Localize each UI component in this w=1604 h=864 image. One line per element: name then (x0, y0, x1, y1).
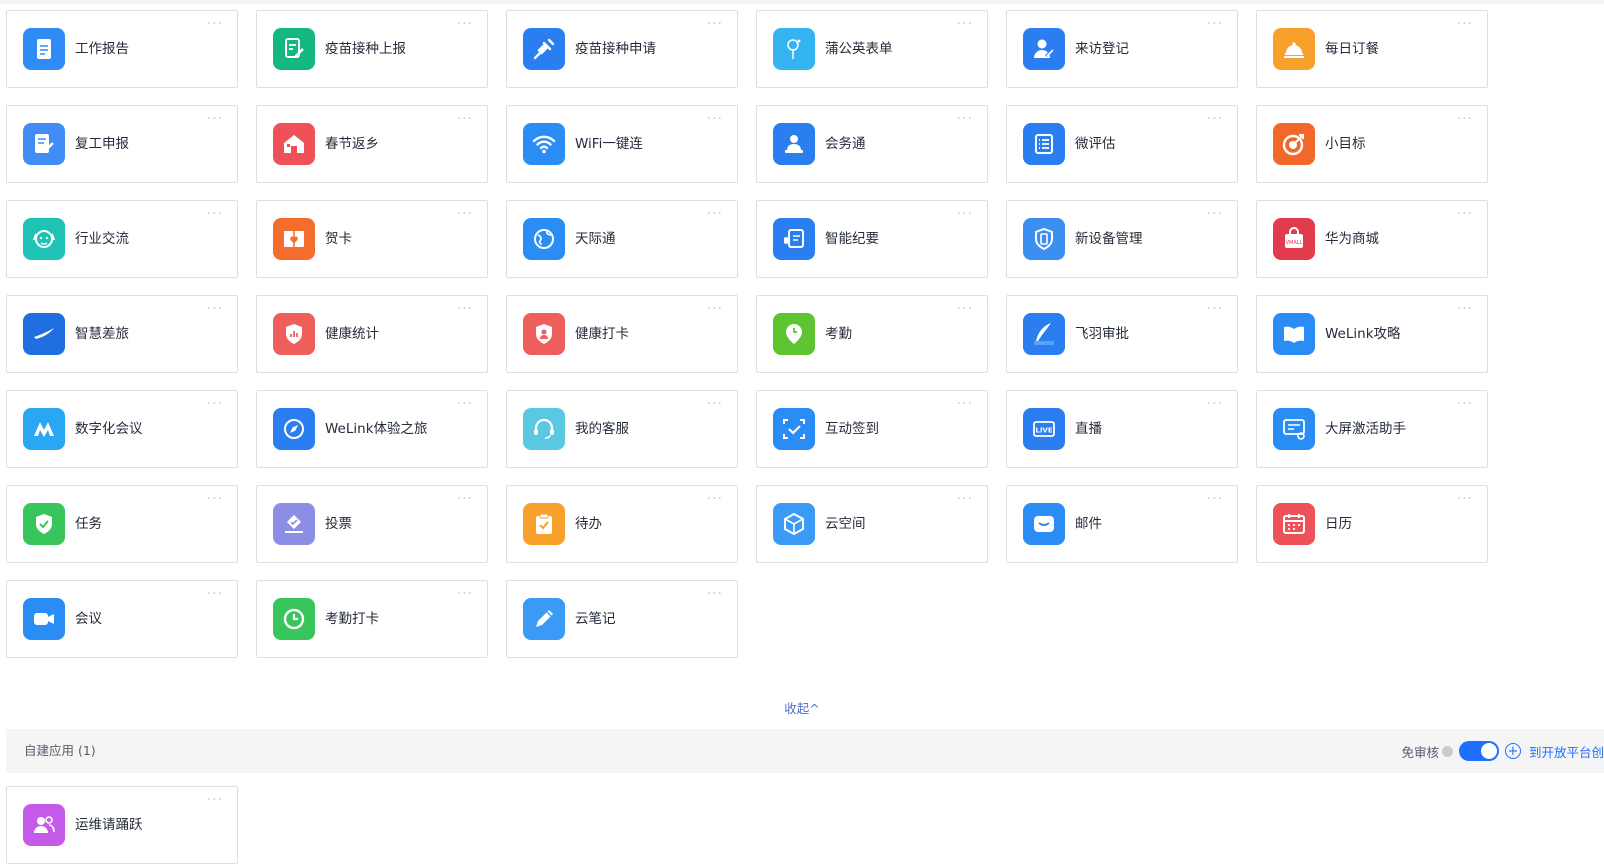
group-users-icon (23, 804, 65, 846)
app-card[interactable]: 运维请踊跃 ··· (6, 786, 238, 864)
custom-app-grid: 运维请踊跃 ··· (0, 0, 1604, 864)
more-options-icon[interactable]: ··· (207, 793, 223, 807)
app-name: 运维请踊跃 (75, 817, 143, 833)
